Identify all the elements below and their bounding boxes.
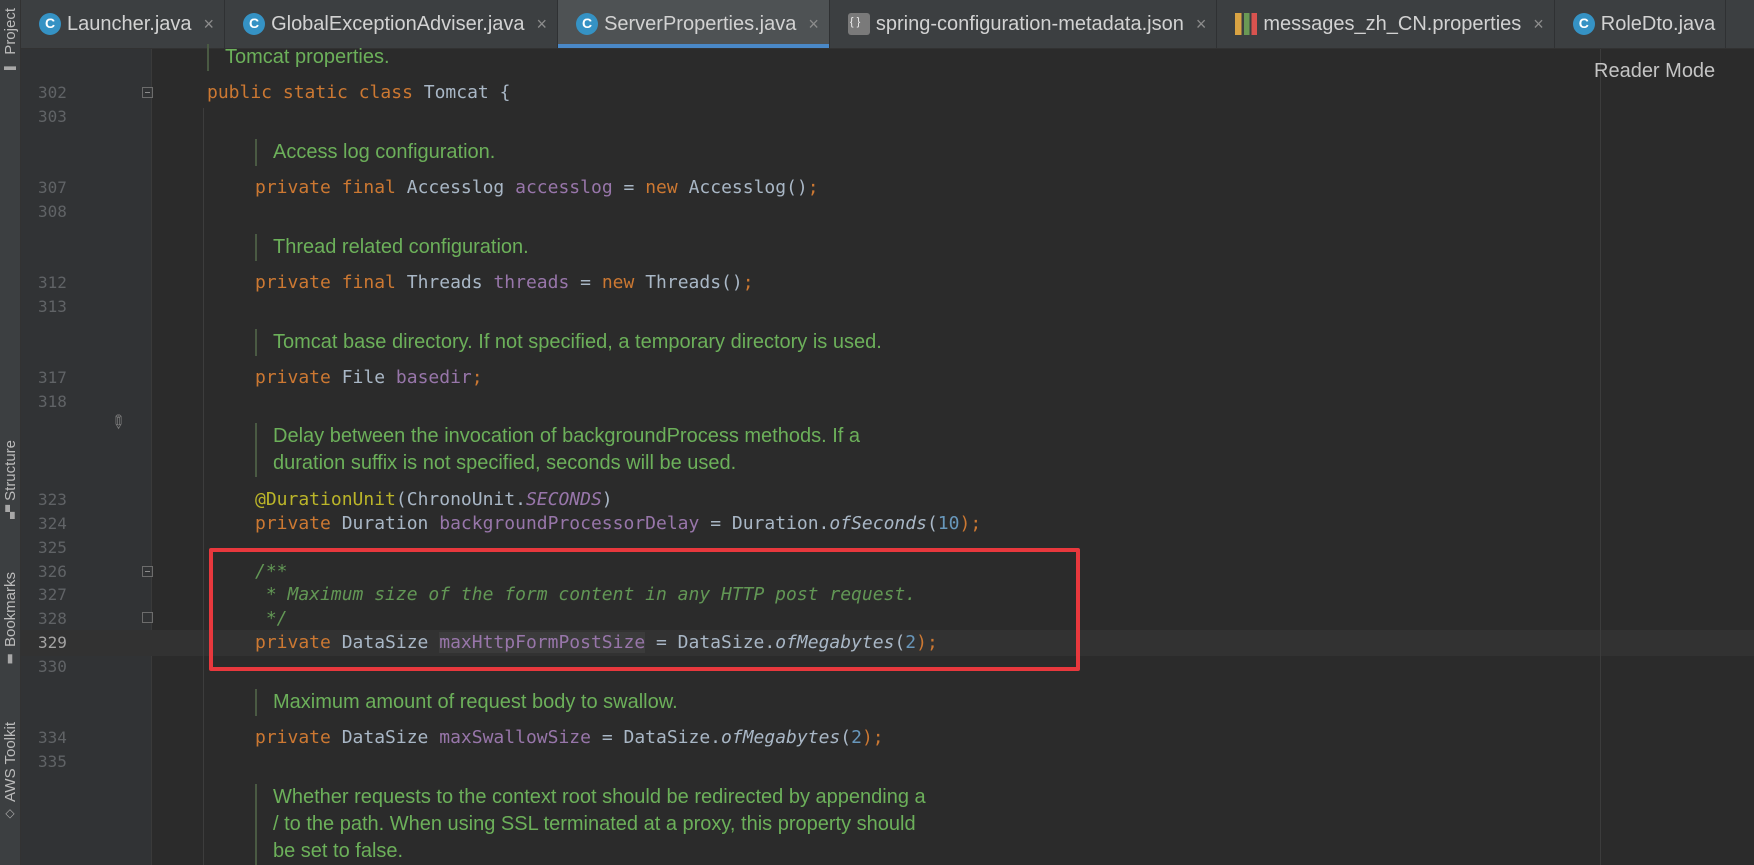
line-number: 313 [38, 297, 67, 316]
close-icon[interactable]: × [204, 14, 215, 35]
code-line-317: private File basedir; [255, 367, 483, 388]
code-line-324: private Duration backgroundProcessorDela… [255, 513, 982, 534]
doc-line: / to the path. When using SSL terminated… [273, 813, 916, 835]
structure-icon: ▚ [5, 504, 15, 519]
tab-label: RoleDto.java [1600, 12, 1716, 35]
properties-icon [1235, 13, 1258, 35]
doc-line: be set to false. [273, 840, 404, 862]
reader-mode-button[interactable]: Reader Mode [1594, 60, 1715, 83]
class-icon [243, 13, 266, 35]
tab-launcher[interactable]: Launcher.java × [21, 0, 226, 48]
line-number: 335 [38, 752, 67, 771]
line-number: 328 [38, 609, 67, 628]
aws-icon: ◇ [5, 806, 15, 821]
tool-window-strip: Project ▬ Structure ▚ Bookmarks ▮ AWS To… [0, 0, 21, 865]
code-line-312: private final Threads threads = new Thre… [255, 272, 754, 293]
doc-comment: Delay between the invocation of backgrou… [255, 423, 860, 477]
code-line-302: public static class Tomcat { [207, 82, 511, 103]
tab-label: Launcher.java [67, 12, 192, 35]
structure-tool-button[interactable]: Structure ▚ [0, 440, 20, 519]
code-line-334: private DataSize maxSwallowSize = DataSi… [255, 727, 884, 748]
line-number: 312 [38, 273, 67, 292]
bookmarks-tool-button[interactable]: Bookmarks ▮ [0, 572, 20, 665]
editor-tab-bar: Launcher.java × GlobalExceptionAdviser.j… [21, 0, 1754, 49]
aws-toolkit-tool-button[interactable]: AWS Toolkit ◇ [0, 722, 20, 820]
line-number: 323 [38, 490, 67, 509]
fold-marker[interactable] [142, 87, 153, 98]
tab-server-properties[interactable]: ServerProperties.java × [558, 0, 830, 48]
code-line-307: private final Accesslog accesslog = new … [255, 177, 819, 198]
bookmarks-label: Bookmarks [1, 572, 19, 648]
line-number: 325 [38, 538, 67, 557]
tab-label: GlobalExceptionAdviser.java [271, 12, 525, 35]
json-icon [847, 13, 870, 35]
line-number: 307 [38, 178, 67, 197]
indent-guide [203, 108, 204, 865]
tab-messages-zh-cn[interactable]: messages_zh_CN.properties × [1217, 0, 1555, 48]
right-margin-guide [1600, 49, 1601, 865]
doc-comment: Thread related configuration. [255, 234, 529, 261]
tab-label: messages_zh_CN.properties [1263, 12, 1522, 35]
aws-toolkit-label: AWS Toolkit [1, 722, 19, 803]
line-number: 303 [38, 107, 67, 126]
line-number: 330 [38, 657, 67, 676]
line-number: 327 [38, 585, 67, 604]
close-icon[interactable]: × [808, 14, 819, 35]
tab-label: spring-configuration-metadata.json [875, 12, 1184, 35]
doc-comment: Access log configuration. [255, 139, 495, 166]
doc-line: Whether requests to the context root sho… [273, 786, 926, 808]
close-icon[interactable]: × [537, 14, 548, 35]
doc-line: duration suffix is not specified, second… [273, 452, 737, 474]
project-tool-button[interactable]: Project ▬ [0, 8, 20, 73]
tab-spring-configuration-metadata[interactable]: spring-configuration-metadata.json × [830, 0, 1218, 48]
close-icon[interactable]: × [1196, 14, 1207, 35]
fold-marker[interactable] [142, 566, 153, 577]
project-label: Project [1, 8, 19, 55]
class-icon [576, 13, 599, 35]
line-number: 324 [38, 514, 67, 533]
line-number: 302 [38, 83, 67, 102]
code-line-323: @DurationUnit(ChronoUnit.SECONDS) [255, 489, 613, 510]
tab-label: ServerProperties.java [604, 12, 797, 35]
line-number: 326 [38, 562, 67, 581]
structure-label: Structure [1, 440, 19, 501]
tab-global-exception-adviser[interactable]: GlobalExceptionAdviser.java × [225, 0, 559, 48]
doc-line: Delay between the invocation of backgrou… [273, 425, 861, 447]
bookmark-icon: ▮ [6, 651, 14, 666]
doc-comment: Tomcat base directory. If not specified,… [255, 329, 882, 356]
class-icon [39, 13, 61, 35]
fold-marker[interactable] [142, 612, 153, 623]
line-number: 318 [38, 392, 67, 411]
doc-comment: Maximum amount of request body to swallo… [255, 689, 678, 716]
close-icon[interactable]: × [1533, 14, 1544, 35]
line-number: 308 [38, 202, 67, 221]
class-icon [1572, 13, 1595, 35]
line-number: 317 [38, 368, 67, 387]
annotation-highlight-box [209, 548, 1080, 671]
doc-comment: Whether requests to the context root sho… [255, 784, 926, 865]
line-number: 334 [38, 728, 67, 747]
tab-role-dto[interactable]: RoleDto.java [1555, 0, 1727, 48]
folder-icon: ▬ [4, 58, 16, 73]
line-number: 329 [38, 633, 67, 652]
doc-comment: Tomcat properties. [207, 44, 390, 71]
